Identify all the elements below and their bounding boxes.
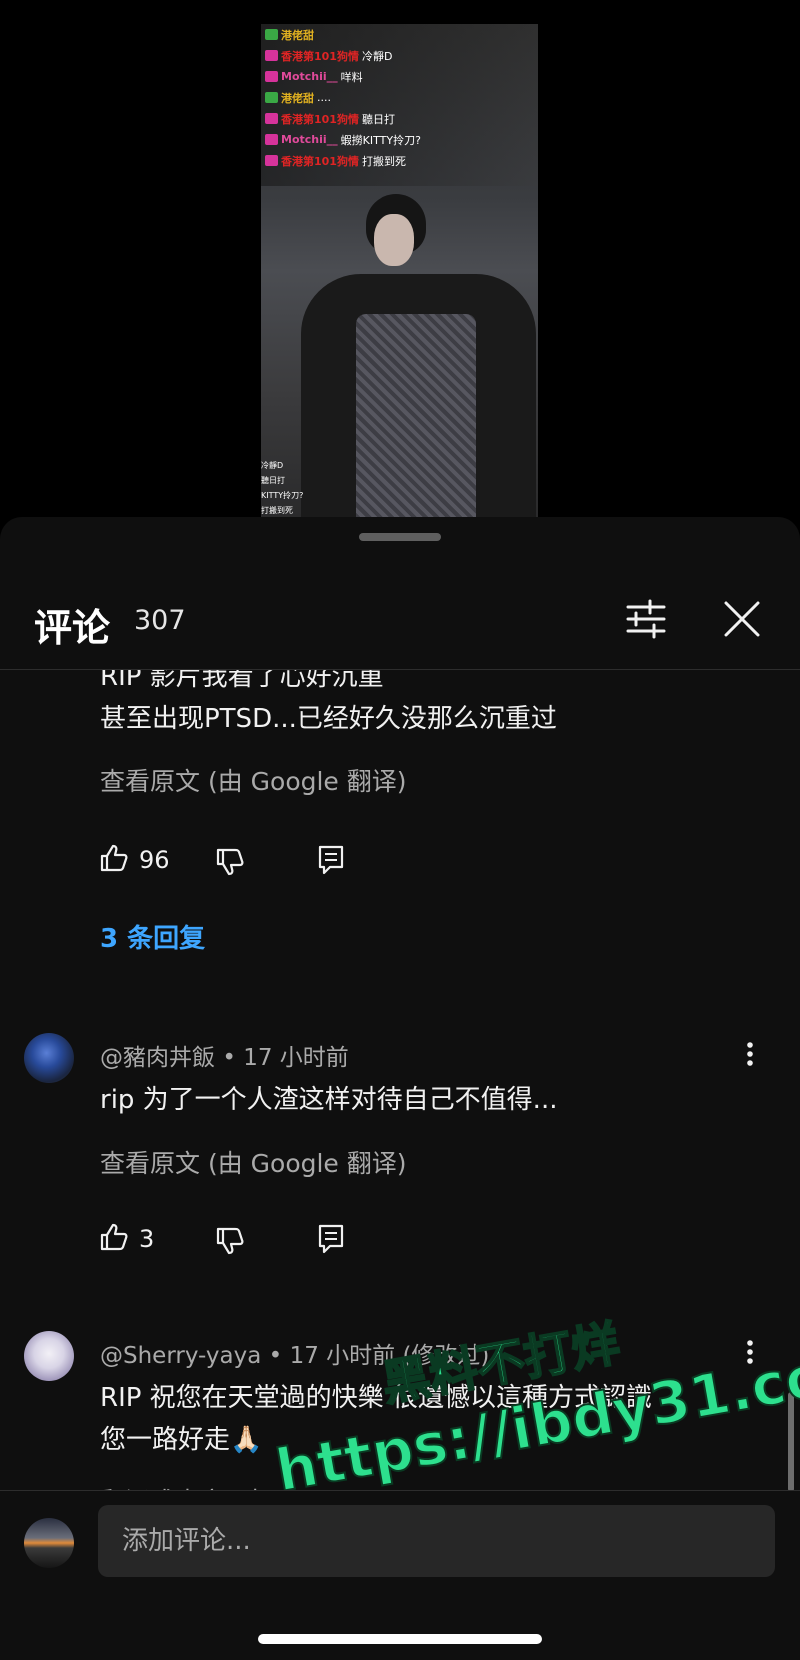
comment-text: rip 为了一个人渣这样对待自己不值得... bbox=[100, 1085, 558, 1115]
mini-chat-text: KITTY拎刀? bbox=[261, 491, 304, 500]
comments-header: 评论 307 bbox=[0, 553, 800, 670]
chat-badge-icon bbox=[265, 134, 278, 145]
comments-sheet: 评论 307 RIP 影片我看了心好沉重 甚至出现PTSD...已经好久没那么沉… bbox=[0, 517, 800, 1659]
like-count: 3 bbox=[139, 1225, 155, 1253]
mini-chat-overlay: 冷靜D 聽日打 KITTY拎刀? 打搬到死 bbox=[261, 458, 303, 518]
scrollbar[interactable] bbox=[788, 1392, 794, 1492]
chat-text: 蝦撈KITTY拎刀? bbox=[340, 133, 421, 147]
comment-time: 17 小时前 (修改过) bbox=[289, 1343, 490, 1369]
chat-message: 香港第101狗情 冷靜D bbox=[261, 45, 538, 66]
chat-message: Motchii__ 咩料 bbox=[261, 66, 538, 87]
comment-text: RIP 影片我看了心好沉重 bbox=[100, 670, 384, 692]
more-options-button[interactable] bbox=[740, 1334, 760, 1370]
comment-composer bbox=[0, 1490, 800, 1660]
more-options-button[interactable] bbox=[740, 1036, 760, 1072]
dislike-icon[interactable] bbox=[214, 846, 246, 878]
streamer-dress bbox=[356, 314, 476, 518]
dislike-icon[interactable] bbox=[214, 1225, 246, 1257]
reply-icon[interactable] bbox=[316, 844, 346, 876]
more-vertical-icon bbox=[747, 1042, 753, 1066]
close-button[interactable] bbox=[716, 593, 768, 645]
chat-text: 聽日打 bbox=[361, 112, 395, 126]
see-original-link[interactable]: 查看原文 (由 Google 翻译) bbox=[100, 1144, 407, 1180]
chat-username: Motchii__ bbox=[281, 133, 338, 146]
chat-username: 香港第101狗情 bbox=[281, 49, 359, 63]
video-frame[interactable]: 港佬甜 香港第101狗情 冷靜D Motchii__ 咩料 港佬甜.... 香港第101狗情… bbox=[261, 24, 538, 518]
like-count: 96 bbox=[139, 846, 170, 874]
chat-message: Motchii__ 蝦撈KITTY拎刀? bbox=[261, 129, 538, 150]
chat-text: 打搬到死 bbox=[361, 154, 406, 168]
chat-text: .... bbox=[317, 91, 331, 104]
video-player[interactable]: 港佬甜 香港第101狗情 冷靜D Motchii__ 咩料 港佬甜.... 香港第101狗情… bbox=[0, 0, 800, 520]
chat-badge-icon bbox=[265, 113, 278, 124]
like-icon[interactable] bbox=[98, 842, 130, 874]
comments-list[interactable]: RIP 影片我看了心好沉重 甚至出现PTSD...已经好久没那么沉重过 查看原文… bbox=[0, 670, 800, 1508]
sliders-icon bbox=[626, 599, 666, 639]
more-vertical-icon bbox=[747, 1340, 753, 1364]
comments-count: 307 bbox=[134, 605, 186, 636]
comment-meta: @豬肉丼飯 • 17 小时前 bbox=[100, 1038, 349, 1072]
view-replies-button[interactable]: 3 条回复 bbox=[100, 918, 205, 955]
live-chat-overlay: 港佬甜 香港第101狗情 冷靜D Motchii__ 咩料 港佬甜.... 香港第101狗情… bbox=[261, 24, 538, 186]
comment-author[interactable]: @Sherry-yaya bbox=[100, 1343, 261, 1369]
comment-text: RIP 祝您在天堂過的快樂 很遺憾以這種方式認識 bbox=[100, 1383, 652, 1413]
chat-text: 咩料 bbox=[340, 70, 363, 84]
reply-icon[interactable] bbox=[316, 1223, 346, 1255]
chat-badge-icon bbox=[265, 29, 278, 40]
user-avatar[interactable] bbox=[24, 1518, 74, 1568]
chat-badge-icon bbox=[265, 71, 278, 82]
streamer-face bbox=[374, 214, 414, 266]
meta-separator: • bbox=[222, 1045, 244, 1071]
meta-separator: • bbox=[268, 1343, 290, 1369]
home-indicator[interactable] bbox=[258, 1634, 542, 1644]
sort-filter-button[interactable] bbox=[616, 593, 676, 645]
avatar[interactable] bbox=[24, 1331, 74, 1381]
chat-text: 冷靜D bbox=[361, 49, 393, 63]
chat-message: 香港第101狗情 打搬到死 bbox=[261, 150, 538, 171]
chat-username: 香港第101狗情 bbox=[281, 112, 359, 126]
add-comment-input[interactable] bbox=[98, 1505, 775, 1577]
chat-badge-icon bbox=[265, 50, 278, 61]
close-icon bbox=[724, 601, 760, 637]
chat-username: Motchii__ bbox=[281, 70, 338, 83]
chat-message: 香港第101狗情 聽日打 bbox=[261, 108, 538, 129]
like-icon[interactable] bbox=[98, 1221, 130, 1253]
comment-meta: @Sherry-yaya • 17 小时前 (修改过) bbox=[100, 1336, 489, 1370]
chat-message: 港佬甜 bbox=[261, 24, 538, 45]
chat-username: 港佬甜 bbox=[281, 91, 314, 105]
comment-author[interactable]: @豬肉丼飯 bbox=[100, 1045, 215, 1071]
comment-text: 您一路好走🙏🏻 bbox=[100, 1425, 263, 1455]
avatar[interactable] bbox=[24, 1033, 74, 1083]
mini-chat-text: 聽日打 bbox=[261, 476, 285, 485]
chat-badge-icon bbox=[265, 155, 278, 166]
mini-chat-text: 冷靜D bbox=[261, 461, 284, 470]
drag-handle[interactable] bbox=[359, 533, 441, 541]
mini-chat-text: 打搬到死 bbox=[261, 506, 293, 515]
chat-username: 港佬甜 bbox=[281, 28, 314, 42]
see-original-link[interactable]: 查看原文 (由 Google 翻译) bbox=[100, 762, 407, 798]
chat-message: 港佬甜.... bbox=[261, 87, 538, 108]
comments-title: 评论 bbox=[34, 606, 111, 650]
chat-username: 香港第101狗情 bbox=[281, 154, 359, 168]
chat-badge-icon bbox=[265, 92, 278, 103]
comment-text: 甚至出现PTSD...已经好久没那么沉重过 bbox=[100, 704, 557, 734]
comment-time: 17 小时前 bbox=[243, 1045, 349, 1071]
